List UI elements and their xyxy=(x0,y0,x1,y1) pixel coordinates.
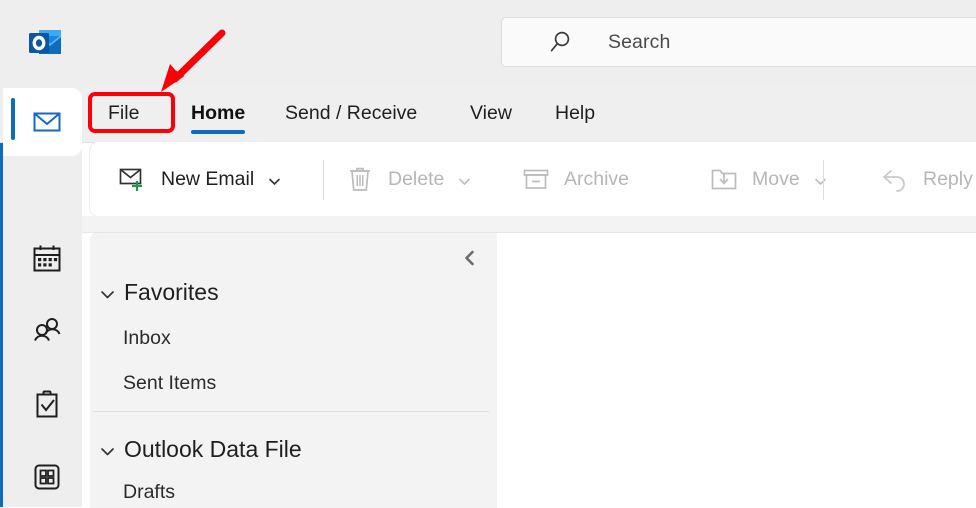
folder-group-favorites-label: Favorites xyxy=(124,279,219,305)
chevron-down-icon[interactable] xyxy=(267,172,282,187)
chevron-down-icon xyxy=(98,440,117,459)
chevron-down-icon xyxy=(457,172,472,187)
move-label: Move xyxy=(752,167,800,190)
move-button: Move xyxy=(709,142,828,216)
search-box[interactable]: Search xyxy=(501,17,976,67)
nav-item-mail[interactable] xyxy=(3,88,82,156)
tab-view-label: View xyxy=(470,102,512,125)
search-icon xyxy=(548,29,574,55)
tab-send-receive-label: Send / Receive xyxy=(285,102,418,125)
tab-help-label: Help xyxy=(555,102,596,125)
selected-indicator xyxy=(11,98,15,140)
folder-group-outlook-data-file[interactable]: Outlook Data File xyxy=(98,436,302,463)
archive-box-icon xyxy=(521,164,551,194)
tab-home-label: Home xyxy=(191,102,246,125)
reply-arrow-icon xyxy=(880,164,910,194)
active-tab-indicator xyxy=(191,130,246,134)
delete-button: Delete xyxy=(345,142,472,216)
folder-item-inbox-label: Inbox xyxy=(123,327,171,349)
navigation-rail xyxy=(3,86,82,507)
ribbon-tab-strip: File Home Send / Receive View Help xyxy=(0,86,976,143)
search-input[interactable]: Search xyxy=(608,31,670,54)
tab-file-label: File xyxy=(108,102,140,125)
tab-view[interactable]: View xyxy=(470,86,512,142)
folder-item-drafts-label: Drafts xyxy=(123,481,176,503)
reply-button: Reply xyxy=(880,142,973,216)
tasks-clipboard-check-icon xyxy=(31,389,63,421)
folder-item-sent-items-label: Sent Items xyxy=(123,372,217,394)
archive-label: Archive xyxy=(564,167,630,190)
trash-icon xyxy=(345,164,375,194)
new-email-button[interactable]: New Email xyxy=(118,142,282,216)
outlook-window: Search File Home Send / Receive View Hel… xyxy=(0,0,976,508)
chevron-down-icon xyxy=(98,283,117,302)
folder-group-favorites[interactable]: Favorites xyxy=(98,279,219,306)
move-folder-icon xyxy=(709,164,739,194)
tab-send-receive[interactable]: Send / Receive xyxy=(285,86,417,142)
reply-label: Reply xyxy=(923,167,973,190)
ribbon-command-toolbar: New Email Delete Archive Move Reply xyxy=(90,142,976,216)
people-icon xyxy=(31,315,63,347)
archive-button: Archive xyxy=(521,142,629,216)
new-email-label: New Email xyxy=(161,167,255,190)
tab-home[interactable]: Home xyxy=(191,86,246,142)
folder-item-inbox[interactable]: Inbox xyxy=(123,327,171,350)
chevron-left-icon xyxy=(465,250,474,266)
folder-item-drafts[interactable]: Drafts xyxy=(123,481,175,504)
title-bar: Search xyxy=(0,0,976,86)
mail-envelope-icon xyxy=(31,106,63,138)
outlook-logo-icon xyxy=(25,22,65,62)
new-email-icon xyxy=(118,164,148,194)
content-gap xyxy=(82,216,976,232)
apps-grid-icon xyxy=(31,461,63,493)
folder-pane: Favorites Inbox Sent Items Outlook Data … xyxy=(90,232,497,508)
folder-group-outlook-data-file-label: Outlook Data File xyxy=(124,436,302,462)
folder-pane-divider xyxy=(93,411,489,412)
nav-item-calendar[interactable] xyxy=(3,228,82,290)
tab-help[interactable]: Help xyxy=(555,86,595,142)
toolbar-separator xyxy=(323,160,324,200)
nav-item-people[interactable] xyxy=(3,300,82,362)
nav-item-more-apps[interactable] xyxy=(3,446,82,508)
tab-file[interactable]: File xyxy=(108,86,139,142)
nav-item-tasks[interactable] xyxy=(3,374,82,436)
folder-item-sent-items[interactable]: Sent Items xyxy=(123,372,216,395)
toolbar-separator xyxy=(823,160,824,200)
delete-label: Delete xyxy=(388,167,445,190)
collapse-folder-pane-button[interactable] xyxy=(459,247,481,269)
calendar-icon xyxy=(31,243,63,275)
chevron-down-icon xyxy=(813,172,828,187)
